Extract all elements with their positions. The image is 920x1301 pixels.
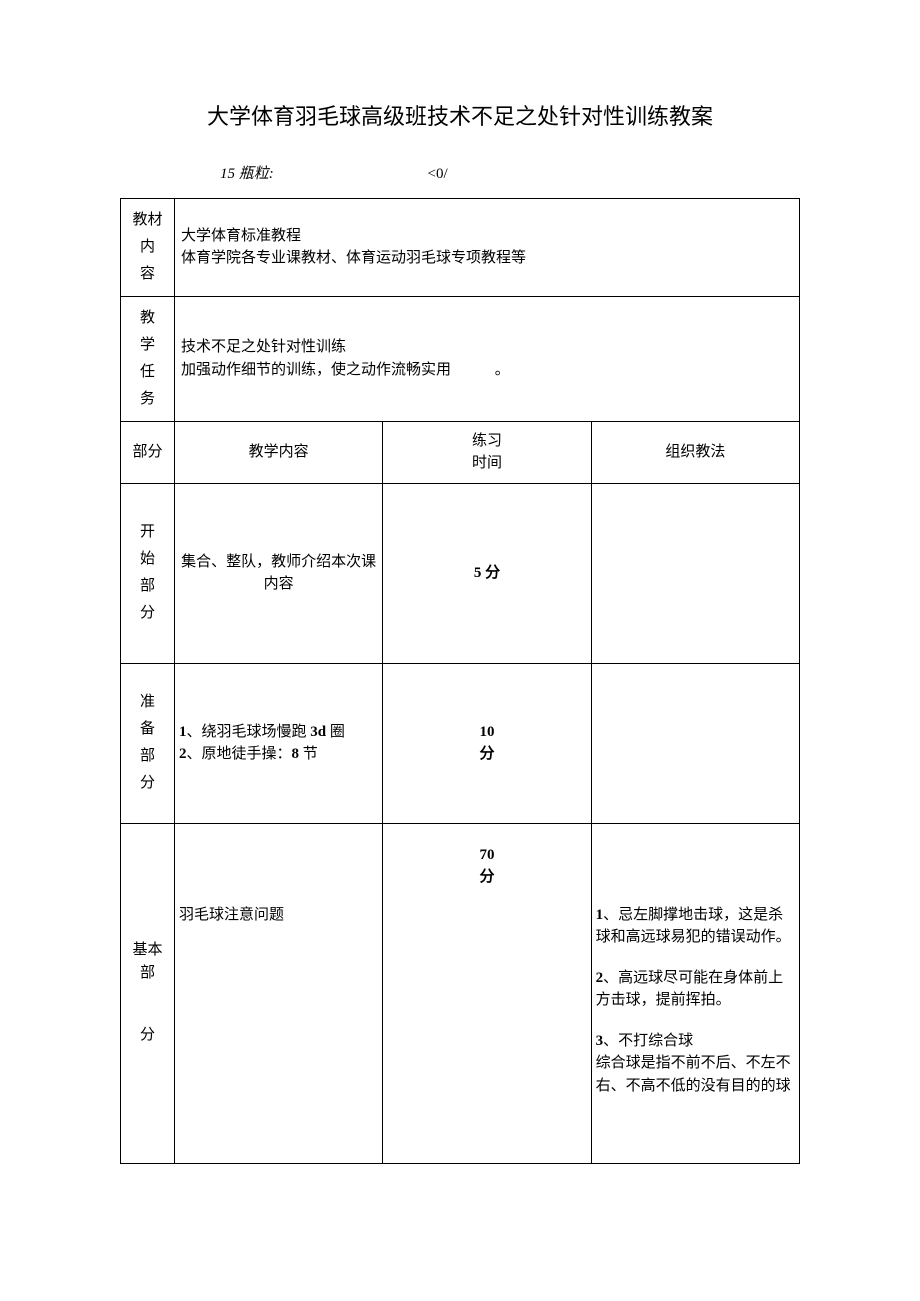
meta-row: 15 瓶粒: <0/ [120, 163, 800, 186]
label-text: 分 [479, 746, 494, 762]
header-time: 练习 时间 [383, 421, 591, 483]
meta-right: <0/ [428, 163, 448, 186]
content-text: 、高远球尽可能在身体前上方击球，提前挥拍。 [596, 970, 784, 1009]
content-text: 、绕羽毛球场慢跑 [187, 724, 311, 740]
content-text: 综合球是指不前不后、不左不右、不高不低的没有目的的球 [596, 1055, 791, 1094]
start-content: 集合、整队，教师介绍本次课内容 [175, 483, 383, 663]
content-text: 1 [179, 724, 187, 740]
content-text: 节 [303, 746, 318, 762]
start-time: 5 分 [383, 483, 591, 663]
method-item: 3、不打综合球 综合球是指不前不后、不左不右、不高不低的没有目的的球 [596, 1030, 791, 1098]
table-row: 准 备 部 分 1、绕羽毛球场慢跑 3d 圈 2、原地徒手操：8 节 10 分 [121, 663, 800, 823]
label-text: 准 [140, 694, 155, 710]
label-text: 教材内 [132, 212, 162, 255]
page-title: 大学体育羽毛球高级班技术不足之处针对性训练教案 [120, 100, 800, 133]
prep-label: 准 备 部 分 [121, 663, 175, 823]
content-line: 大学体育标准教程 [181, 225, 793, 248]
content-text: 圈 [330, 724, 345, 740]
label-text: 练习 [472, 433, 502, 449]
material-label: 教材内 容 [121, 198, 175, 296]
header-method: 组织教法 [591, 421, 799, 483]
lesson-plan-table: 教材内 容 大学体育标准教程 体育学院各专业课教材、体育运动羽毛球专项教程等 教… [120, 198, 800, 1164]
label-text: 始 [140, 551, 155, 567]
content-text: 2 [179, 746, 187, 762]
label-text: 部 [140, 578, 155, 594]
meta-left: 15 瓶粒: [220, 166, 274, 182]
material-content: 大学体育标准教程 体育学院各专业课教材、体育运动羽毛球专项教程等 [175, 198, 800, 296]
method-item: 1、忌左脚撑地击球，这是杀球和高远球易犯的错误动作。 [596, 904, 791, 949]
label-text: 务 [140, 391, 155, 407]
table-row: 教 学 任 务 技术不足之处针对性训练 加强动作细节的训练，使之动作流畅实用 。 [121, 296, 800, 421]
label-text: 备 [140, 721, 155, 737]
content-text: 、原地徒手操： [187, 746, 292, 762]
start-label: 开 始 部 分 [121, 483, 175, 663]
start-method [591, 483, 799, 663]
content-text: 、忌左脚撑地击球，这是杀球和高远球易犯的错误动作。 [596, 907, 791, 946]
content-line: 技术不足之处针对性训练 [181, 336, 793, 359]
label-text: 70 [479, 847, 494, 863]
label-text: 基本部 [132, 942, 162, 981]
table-row: 教材内 容 大学体育标准教程 体育学院各专业课教材、体育运动羽毛球专项教程等 [121, 198, 800, 296]
base-time: 70 分 [383, 823, 591, 1163]
prep-time: 10 分 [383, 663, 591, 823]
base-content: 羽毛球注意问题 [175, 823, 383, 1163]
label-text: 开 [140, 524, 155, 540]
header-section: 部分 [121, 421, 175, 483]
label-text: 任 [140, 364, 155, 380]
label-text: 容 [140, 266, 155, 282]
label-text: 部 [140, 748, 155, 764]
label-text: 时间 [472, 455, 502, 471]
label-text: 分 [140, 605, 155, 621]
base-method: 1、忌左脚撑地击球，这是杀球和高远球易犯的错误动作。 2、高远球尽可能在身体前上… [591, 823, 799, 1163]
label-text: 分 [140, 1027, 155, 1043]
content-line: 体育学院各专业课教材、体育运动羽毛球专项教程等 [181, 247, 793, 270]
content-text: 加强动作细节的训练，使之动作流畅实用 [181, 362, 451, 378]
label-text: 分 [140, 775, 155, 791]
content-text: 3d [310, 724, 330, 740]
label-text: 10 [479, 724, 494, 740]
prep-content: 1、绕羽毛球场慢跑 3d 圈 2、原地徒手操：8 节 [175, 663, 383, 823]
content-text: 。 [495, 359, 510, 382]
content-text: 、不打综合球 [603, 1033, 693, 1049]
header-content: 教学内容 [175, 421, 383, 483]
task-content: 技术不足之处针对性训练 加强动作细节的训练，使之动作流畅实用 。 [175, 296, 800, 421]
label-text: 学 [140, 337, 155, 353]
label-text: 教 [140, 310, 155, 326]
table-row: 部分 教学内容 练习 时间 组织教法 [121, 421, 800, 483]
content-text: 8 [292, 746, 303, 762]
label-text: 分 [479, 869, 494, 885]
base-label: 基本部 分 [121, 823, 175, 1163]
table-row: 基本部 分 羽毛球注意问题 70 分 1、忌左脚撑地击球，这是杀球和高远球易犯的… [121, 823, 800, 1163]
table-row: 开 始 部 分 集合、整队，教师介绍本次课内容 5 分 [121, 483, 800, 663]
content-line: 2、原地徒手操：8 节 [179, 743, 376, 766]
prep-method [591, 663, 799, 823]
method-item: 2、高远球尽可能在身体前上方击球，提前挥拍。 [596, 967, 791, 1012]
content-line: 1、绕羽毛球场慢跑 3d 圈 [179, 721, 376, 744]
content-line: 加强动作细节的训练，使之动作流畅实用 。 [181, 359, 793, 382]
task-label: 教 学 任 务 [121, 296, 175, 421]
